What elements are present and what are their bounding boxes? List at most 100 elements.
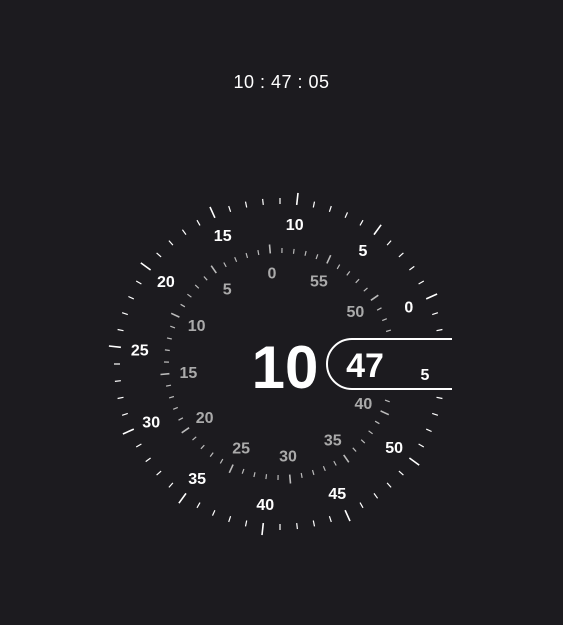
outer-tick	[244, 520, 248, 527]
outer-tick	[211, 509, 216, 516]
inner-tick	[288, 474, 292, 484]
inner-ring-label[interactable]: 40	[355, 396, 373, 413]
outer-tick	[425, 428, 432, 433]
inner-tick	[311, 469, 315, 476]
outer-tick	[117, 396, 124, 400]
inner-tick	[166, 337, 172, 340]
outer-tick	[436, 328, 443, 332]
outer-tick	[425, 293, 438, 300]
inner-ring-label[interactable]: 0	[268, 265, 277, 282]
inner-tick	[304, 250, 307, 256]
inner-tick	[376, 307, 382, 311]
outer-ring-label[interactable]: 50	[385, 440, 403, 457]
outer-tick	[418, 280, 425, 285]
outer-tick	[386, 482, 392, 488]
inner-ring-label[interactable]: 25	[232, 440, 250, 457]
outer-tick	[121, 412, 128, 416]
inner-tick	[253, 472, 256, 478]
inner-tick	[370, 294, 379, 301]
outer-ring-label[interactable]: 25	[131, 342, 149, 359]
outer-ring-label[interactable]: 5	[358, 243, 367, 260]
inner-ring-label[interactable]: 5	[223, 282, 232, 299]
inner-tick	[234, 256, 238, 263]
inner-tick	[326, 254, 332, 264]
inner-tick	[165, 384, 172, 387]
inner-tick	[368, 430, 373, 435]
inner-tick	[164, 349, 170, 352]
inner-ring-label[interactable]: 10	[188, 318, 206, 335]
inner-tick	[170, 325, 176, 329]
outer-tick	[295, 192, 299, 205]
inner-tick	[360, 439, 366, 444]
inner-tick	[300, 472, 303, 479]
inner-tick	[352, 447, 357, 452]
dial[interactable]: 05101520253035404550 0510152025303540455…	[0, 0, 563, 625]
outer-tick	[386, 240, 392, 246]
outer-ring-label[interactable]: 35	[188, 471, 206, 488]
inner-tick	[228, 464, 234, 474]
outer-tick	[244, 201, 248, 208]
outer-ring-label[interactable]: 40	[256, 497, 274, 514]
inner-tick	[363, 287, 368, 292]
outer-ring-label[interactable]: 45	[328, 486, 346, 503]
inner-tick	[374, 420, 380, 425]
outer-tick	[122, 428, 135, 435]
inner-ring-label[interactable]: 55	[310, 274, 328, 291]
outer-tick	[373, 493, 379, 499]
outer-tick	[209, 206, 216, 219]
outer-tick	[296, 523, 298, 530]
inner-ring-label[interactable]: 35	[324, 432, 342, 449]
outer-tick	[418, 443, 425, 448]
hour-display[interactable]: 10	[252, 334, 319, 401]
outer-tick	[228, 516, 232, 523]
inner-tick	[160, 372, 170, 376]
inner-tick	[322, 465, 326, 472]
outer-tick	[359, 219, 364, 226]
inner-tick	[315, 254, 319, 260]
outer-ring-label[interactable]: 15	[214, 228, 232, 245]
outer-tick	[128, 295, 135, 300]
outer-tick	[140, 262, 152, 271]
outer-tick	[344, 509, 351, 522]
minute-display[interactable]: 47	[346, 347, 384, 385]
second-display[interactable]: 5	[421, 367, 430, 384]
outer-tick	[408, 457, 420, 466]
inner-tick	[385, 329, 392, 333]
inner-tick	[172, 406, 179, 410]
inner-ring-label[interactable]: 50	[347, 304, 365, 321]
outer-ring-label[interactable]: 30	[142, 414, 160, 431]
inner-tick	[241, 468, 245, 474]
outer-tick	[432, 312, 439, 316]
outer-tick	[261, 523, 265, 536]
outer-tick	[168, 482, 174, 488]
inner-tick	[336, 264, 341, 270]
inner-tick	[380, 410, 390, 416]
outer-tick	[135, 443, 142, 448]
inner-tick	[346, 271, 351, 276]
outer-tick	[262, 198, 264, 205]
outer-tick	[432, 412, 439, 416]
inner-tick	[333, 460, 337, 466]
outer-tick	[328, 205, 332, 212]
outer-ring-label[interactable]: 10	[286, 217, 304, 234]
inner-tick	[384, 399, 390, 403]
inner-tick	[187, 293, 192, 298]
outer-ring-label[interactable]: 20	[157, 274, 175, 291]
outer-tick	[108, 345, 121, 349]
outer-ring-label[interactable]: 0	[404, 300, 413, 317]
inner-tick	[170, 312, 180, 318]
inner-tick	[180, 303, 186, 308]
outer-tick	[181, 229, 187, 235]
outer-tick	[145, 457, 151, 463]
inner-ring-label[interactable]: 15	[180, 365, 198, 382]
outer-tick	[312, 520, 316, 527]
inner-tick	[200, 444, 205, 450]
outer-tick	[168, 240, 174, 246]
outer-tick	[196, 502, 201, 509]
inner-tick	[265, 474, 268, 480]
inner-ring-label[interactable]: 30	[279, 449, 297, 466]
outer-tick	[328, 516, 332, 523]
outer-tick	[312, 201, 316, 208]
inner-ring-label[interactable]: 20	[196, 410, 214, 427]
outer-tick	[436, 396, 443, 400]
